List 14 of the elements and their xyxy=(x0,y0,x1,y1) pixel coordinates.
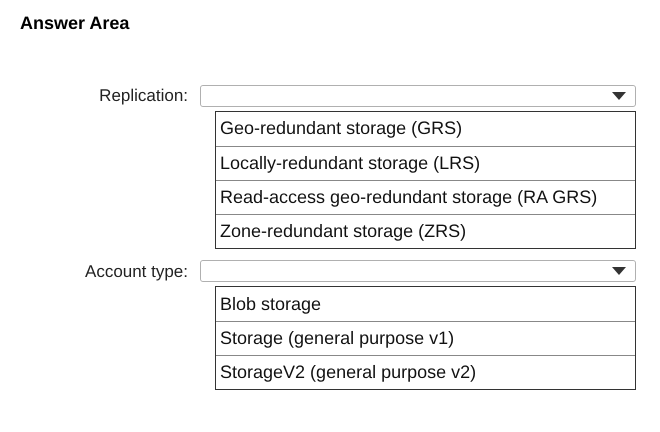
dropdown[interactable] xyxy=(200,260,636,282)
dropdown-option[interactable]: Geo-redundant storage (GRS) xyxy=(216,112,635,146)
field-label: Account type: xyxy=(84,260,189,282)
dropdown-option[interactable]: StorageV2 (general purpose v2) xyxy=(216,355,635,389)
dropdown-option[interactable]: Storage (general purpose v1) xyxy=(216,321,635,355)
field-label: Replication: xyxy=(98,85,189,107)
caret-icon xyxy=(612,92,626,100)
dropdown[interactable] xyxy=(200,84,636,107)
dropdown-option[interactable]: Zone-redundant storage (ZRS) xyxy=(216,214,635,248)
section-title: Answer Area xyxy=(20,12,130,35)
dropdown-option[interactable]: Locally-redundant storage (LRS) xyxy=(216,146,635,180)
caret-icon xyxy=(612,267,626,276)
dropdown-option[interactable]: Blob storage xyxy=(216,287,635,321)
dropdown-option[interactable]: Read-access geo-redundant storage (RA GRS) xyxy=(216,180,635,214)
